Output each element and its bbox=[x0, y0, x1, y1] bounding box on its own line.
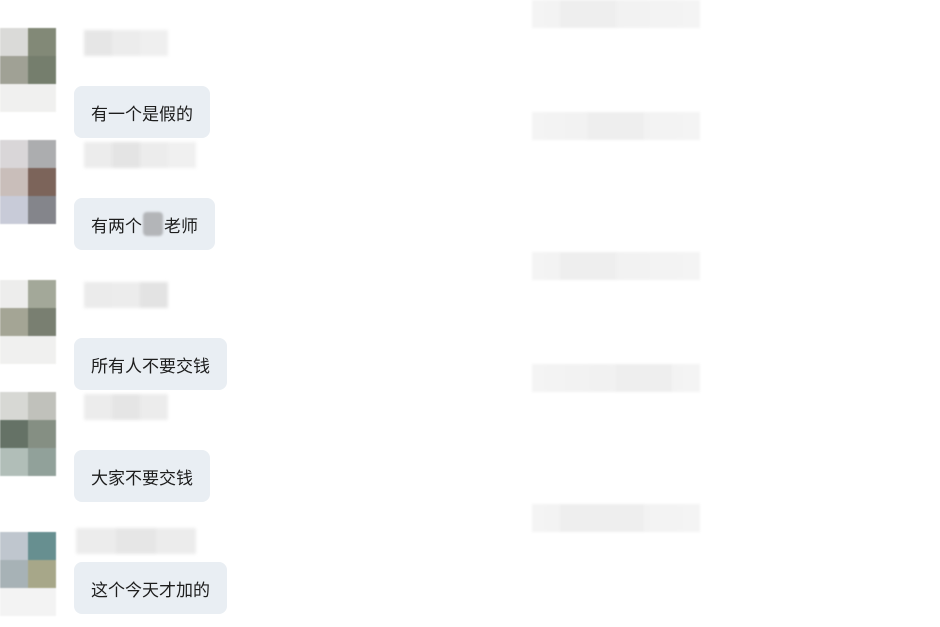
message-text-part: 有两个 bbox=[91, 216, 142, 237]
avatar-pixel bbox=[0, 168, 28, 196]
avatar-pixel bbox=[28, 56, 56, 84]
avatar-pixel bbox=[0, 308, 28, 336]
redacted-row bbox=[532, 112, 700, 140]
avatar[interactable] bbox=[0, 532, 56, 616]
redacted-column bbox=[532, 0, 700, 627]
redaction-block bbox=[143, 212, 163, 236]
avatar-pixel bbox=[28, 588, 56, 616]
avatar-pixel bbox=[0, 560, 28, 588]
avatar-pixel bbox=[0, 532, 28, 560]
avatar-pixel bbox=[0, 84, 28, 112]
sender-name-redacted bbox=[84, 142, 196, 168]
message-bubble[interactable]: 所有人不要交钱 bbox=[74, 338, 227, 390]
avatar-pixel bbox=[28, 168, 56, 196]
avatar-pixel bbox=[28, 196, 56, 224]
avatar[interactable] bbox=[0, 392, 56, 476]
avatar-pixel bbox=[0, 588, 28, 616]
message-text: 所有人不要交钱 bbox=[91, 356, 210, 377]
avatar-pixel bbox=[28, 560, 56, 588]
message-bubble[interactable]: 大家不要交钱 bbox=[74, 450, 210, 502]
avatar-pixel bbox=[28, 420, 56, 448]
redacted-row bbox=[532, 364, 700, 392]
message-text: 这个今天才加的 bbox=[91, 580, 210, 601]
message-bubble[interactable]: 有一个是假的 bbox=[74, 86, 210, 138]
chat-message: 有一个是假的 bbox=[0, 28, 300, 138]
message-text: 大家不要交钱 bbox=[91, 468, 193, 489]
message-bubble[interactable]: 这个今天才加的 bbox=[74, 562, 227, 614]
avatar[interactable] bbox=[0, 280, 56, 364]
avatar-pixel bbox=[28, 28, 56, 56]
message-bubble[interactable]: 有两个 老师 bbox=[74, 198, 215, 250]
avatar-pixel bbox=[28, 336, 56, 364]
redacted-row bbox=[532, 252, 700, 280]
avatar[interactable] bbox=[0, 140, 56, 224]
avatar-pixel bbox=[28, 448, 56, 476]
avatar-pixel bbox=[0, 140, 28, 168]
message-text: 有一个是假的 bbox=[91, 104, 193, 125]
avatar-pixel bbox=[28, 280, 56, 308]
avatar-pixel bbox=[0, 280, 28, 308]
chat-message-list: 有一个是假的 有两个 老师 所有人不要交钱 大家不要交钱 这个今天才加的 bbox=[0, 0, 940, 627]
chat-message: 大家不要交钱 bbox=[0, 392, 300, 502]
avatar-pixel bbox=[0, 56, 28, 84]
sender-name-redacted bbox=[84, 394, 168, 420]
chat-message: 有两个 老师 bbox=[0, 140, 300, 250]
avatar-pixel bbox=[0, 420, 28, 448]
avatar-pixel bbox=[0, 448, 28, 476]
avatar-pixel bbox=[0, 392, 28, 420]
avatar-pixel bbox=[28, 532, 56, 560]
sender-name-redacted bbox=[84, 282, 168, 308]
avatar-pixel bbox=[28, 392, 56, 420]
message-text-part: 老师 bbox=[164, 216, 198, 237]
sender-name-redacted bbox=[84, 30, 168, 56]
avatar[interactable] bbox=[0, 28, 56, 112]
avatar-pixel bbox=[28, 84, 56, 112]
redacted-row bbox=[532, 504, 700, 532]
chat-message: 这个今天才加的 bbox=[0, 504, 300, 616]
avatar-pixel bbox=[0, 336, 28, 364]
chat-message: 所有人不要交钱 bbox=[0, 280, 300, 390]
avatar-pixel bbox=[0, 28, 28, 56]
redacted-row bbox=[532, 0, 700, 28]
avatar-pixel bbox=[28, 308, 56, 336]
avatar-pixel bbox=[28, 140, 56, 168]
sender-name-redacted bbox=[76, 528, 196, 554]
avatar-pixel bbox=[0, 196, 28, 224]
